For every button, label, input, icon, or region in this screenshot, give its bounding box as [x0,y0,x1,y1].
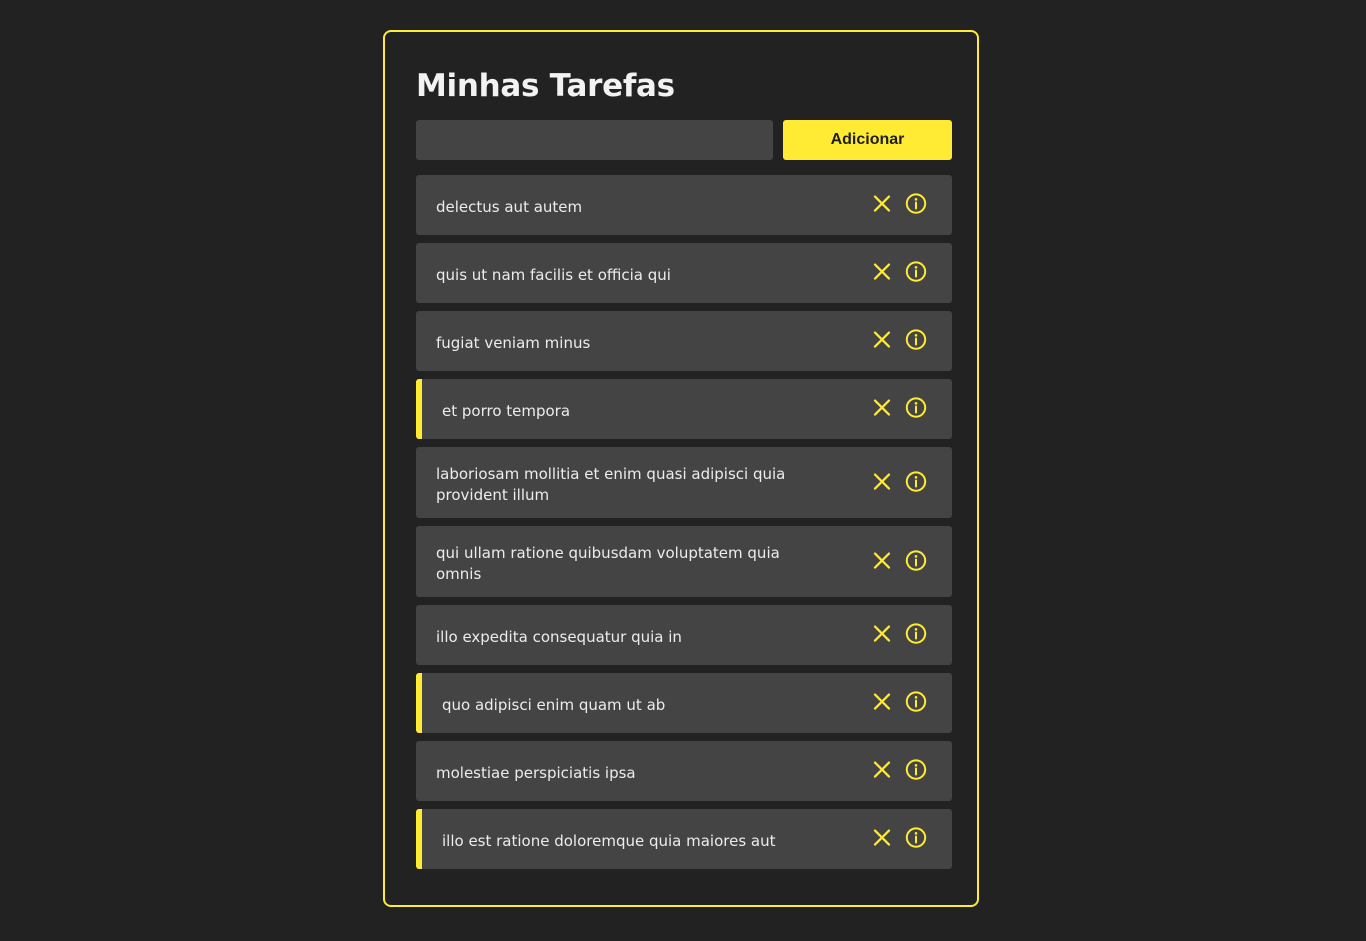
task-text: quis ut nam facilis et officia qui [436,265,671,284]
task-actions [870,328,928,352]
task-text: illo expedita consequatur quia in [436,627,682,646]
task-actions [870,548,928,572]
task-text: delectus aut autem [436,197,583,216]
info-icon[interactable] [904,396,928,420]
page-title: Minhas Tarefas [416,68,675,104]
info-icon[interactable] [904,548,928,572]
info-icon[interactable] [904,758,928,782]
task-actions [870,396,928,420]
task-item[interactable]: fugiat veniam minus [416,311,952,371]
task-text: molestiae perspiciatis ipsa [436,763,636,782]
task-item-completed[interactable]: quo adipisci enim quam ut ab [416,673,952,733]
new-task-input[interactable] [416,120,773,160]
task-item-completed[interactable]: et porro tempora [416,379,952,439]
info-icon[interactable] [904,469,928,493]
add-task-form: Adicionar [416,120,952,160]
close-icon[interactable] [870,396,894,420]
info-icon[interactable] [904,192,928,216]
todo-card: Minhas Tarefas Adicionar delectus aut au… [383,30,979,907]
task-actions [870,758,928,782]
task-text: et porro tempora [442,401,571,420]
task-actions [870,826,928,850]
info-icon[interactable] [904,690,928,714]
task-actions [870,260,928,284]
task-text: fugiat veniam minus [436,333,591,352]
info-icon[interactable] [904,622,928,646]
close-icon[interactable] [870,826,894,850]
task-actions [870,469,928,493]
task-actions [870,622,928,646]
info-icon[interactable] [904,328,928,352]
task-actions [870,192,928,216]
task-item[interactable]: laboriosam mollitia et enim quasi adipis… [416,447,952,518]
close-icon[interactable] [870,260,894,284]
task-text: quo adipisci enim quam ut ab [442,695,666,714]
close-icon[interactable] [870,328,894,352]
task-actions [870,690,928,714]
close-icon[interactable] [870,622,894,646]
task-text: qui ullam ratione quibusdam voluptatem q… [436,543,780,583]
task-text: laboriosam mollitia et enim quasi adipis… [436,464,786,504]
close-icon[interactable] [870,192,894,216]
close-icon[interactable] [870,690,894,714]
task-item[interactable]: illo expedita consequatur quia in [416,605,952,665]
task-list: delectus aut autem quis ut nam facilis e… [416,175,952,877]
add-task-button[interactable]: Adicionar [783,120,952,160]
task-item[interactable]: delectus aut autem [416,175,952,235]
info-icon[interactable] [904,260,928,284]
close-icon[interactable] [870,758,894,782]
task-item-completed[interactable]: illo est ratione doloremque quia maiores… [416,809,952,869]
task-text: illo est ratione doloremque quia maiores… [442,831,776,850]
task-item[interactable]: quis ut nam facilis et officia qui [416,243,952,303]
task-item[interactable]: qui ullam ratione quibusdam voluptatem q… [416,526,952,597]
close-icon[interactable] [870,469,894,493]
info-icon[interactable] [904,826,928,850]
task-item[interactable]: molestiae perspiciatis ipsa [416,741,952,801]
close-icon[interactable] [870,548,894,572]
